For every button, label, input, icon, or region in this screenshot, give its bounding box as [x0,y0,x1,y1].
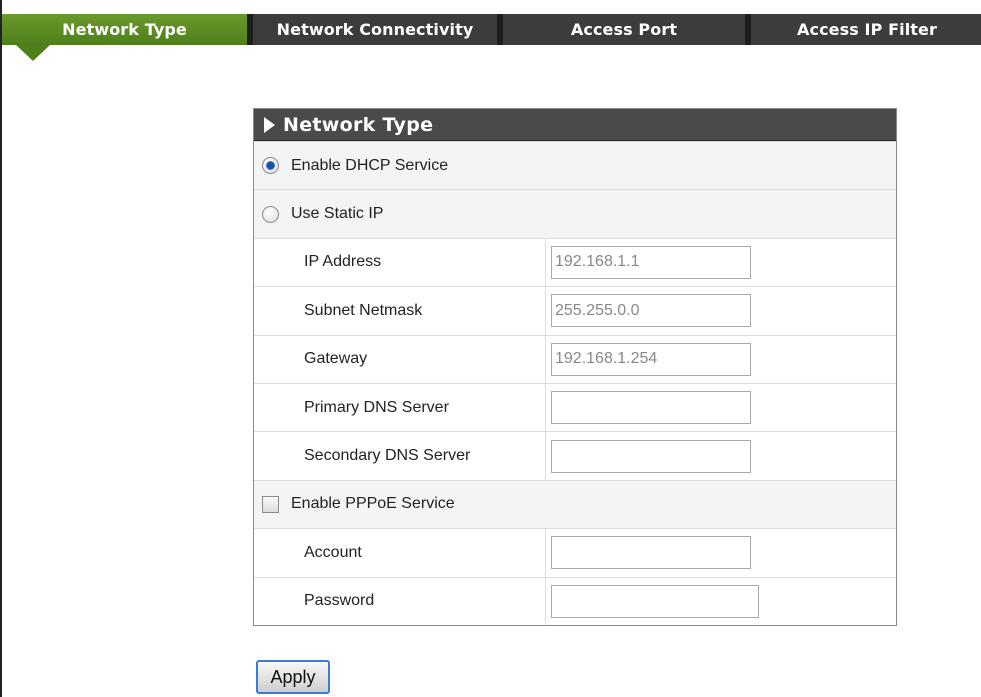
primary-dns-input[interactable] [551,391,751,425]
tab-label: Access Port [570,20,678,39]
active-tab-pointer-icon [16,45,50,61]
ip-address-cell [546,239,896,286]
gateway-row: Gateway [254,334,896,383]
password-input[interactable] [551,584,759,618]
static-ip-option-row: Use Static IP [254,189,896,238]
panel-title: Network Type [283,113,434,136]
triangle-right-icon [264,116,275,133]
account-input[interactable] [551,536,751,570]
static-ip-radio[interactable] [262,205,279,223]
pppoe-label: Enable PPPoE Service [291,495,455,513]
static-ip-label: Use Static IP [291,205,384,223]
gateway-cell [546,336,896,383]
ip-address-label: IP Address [254,238,546,287]
tab-label: Access IP Filter [797,20,937,39]
password-cell [546,578,896,625]
apply-button[interactable]: Apply [256,660,330,694]
primary-dns-label: Primary DNS Server [254,383,546,432]
tab-bar: Network Type Network Connectivity Access… [2,0,981,61]
primary-dns-row: Primary DNS Server [254,382,896,432]
subnet-label: Subnet Netmask [254,287,546,335]
tab-label: Network Connectivity [276,20,474,39]
subnet-row: Subnet Netmask [254,286,896,335]
gateway-input[interactable] [551,342,751,376]
secondary-dns-input[interactable] [551,439,751,473]
panel-header: Network Type [254,109,896,141]
password-label: Password [254,577,546,625]
tabs-row: Network Type Network Connectivity Access… [2,14,981,61]
page: Network Type Network Connectivity Access… [0,0,981,697]
tab-label: Network Type [62,20,187,39]
subnet-cell [546,287,896,334]
tab-access-ip-filter[interactable]: Access IP Filter [751,14,981,45]
secondary-dns-row: Secondary DNS Server [254,431,896,480]
account-row: Account [254,528,896,577]
dhcp-label: Enable DHCP Service [291,156,449,174]
account-cell [546,529,896,576]
primary-dns-cell [546,384,896,431]
tab-network-type[interactable]: Network Type [2,14,253,61]
dhcp-option-row: Enable DHCP Service [254,141,896,190]
ip-address-input[interactable] [551,245,751,279]
account-label: Account [254,529,546,577]
tab-access-port[interactable]: Access Port [503,14,751,45]
dhcp-radio[interactable] [262,157,279,175]
password-row: Password [254,576,896,625]
ip-address-row: IP Address [254,237,896,287]
pppoe-checkbox[interactable] [262,495,279,513]
secondary-dns-label: Secondary DNS Server [254,432,546,480]
gateway-label: Gateway [254,335,546,383]
secondary-dns-cell [546,432,896,479]
tab-network-connectivity[interactable]: Network Connectivity [253,14,503,45]
subnet-input[interactable] [551,294,751,328]
network-type-panel: Network Type Enable DHCP Service Use Sta… [253,108,897,626]
pppoe-option-row: Enable PPPoE Service [254,479,896,529]
